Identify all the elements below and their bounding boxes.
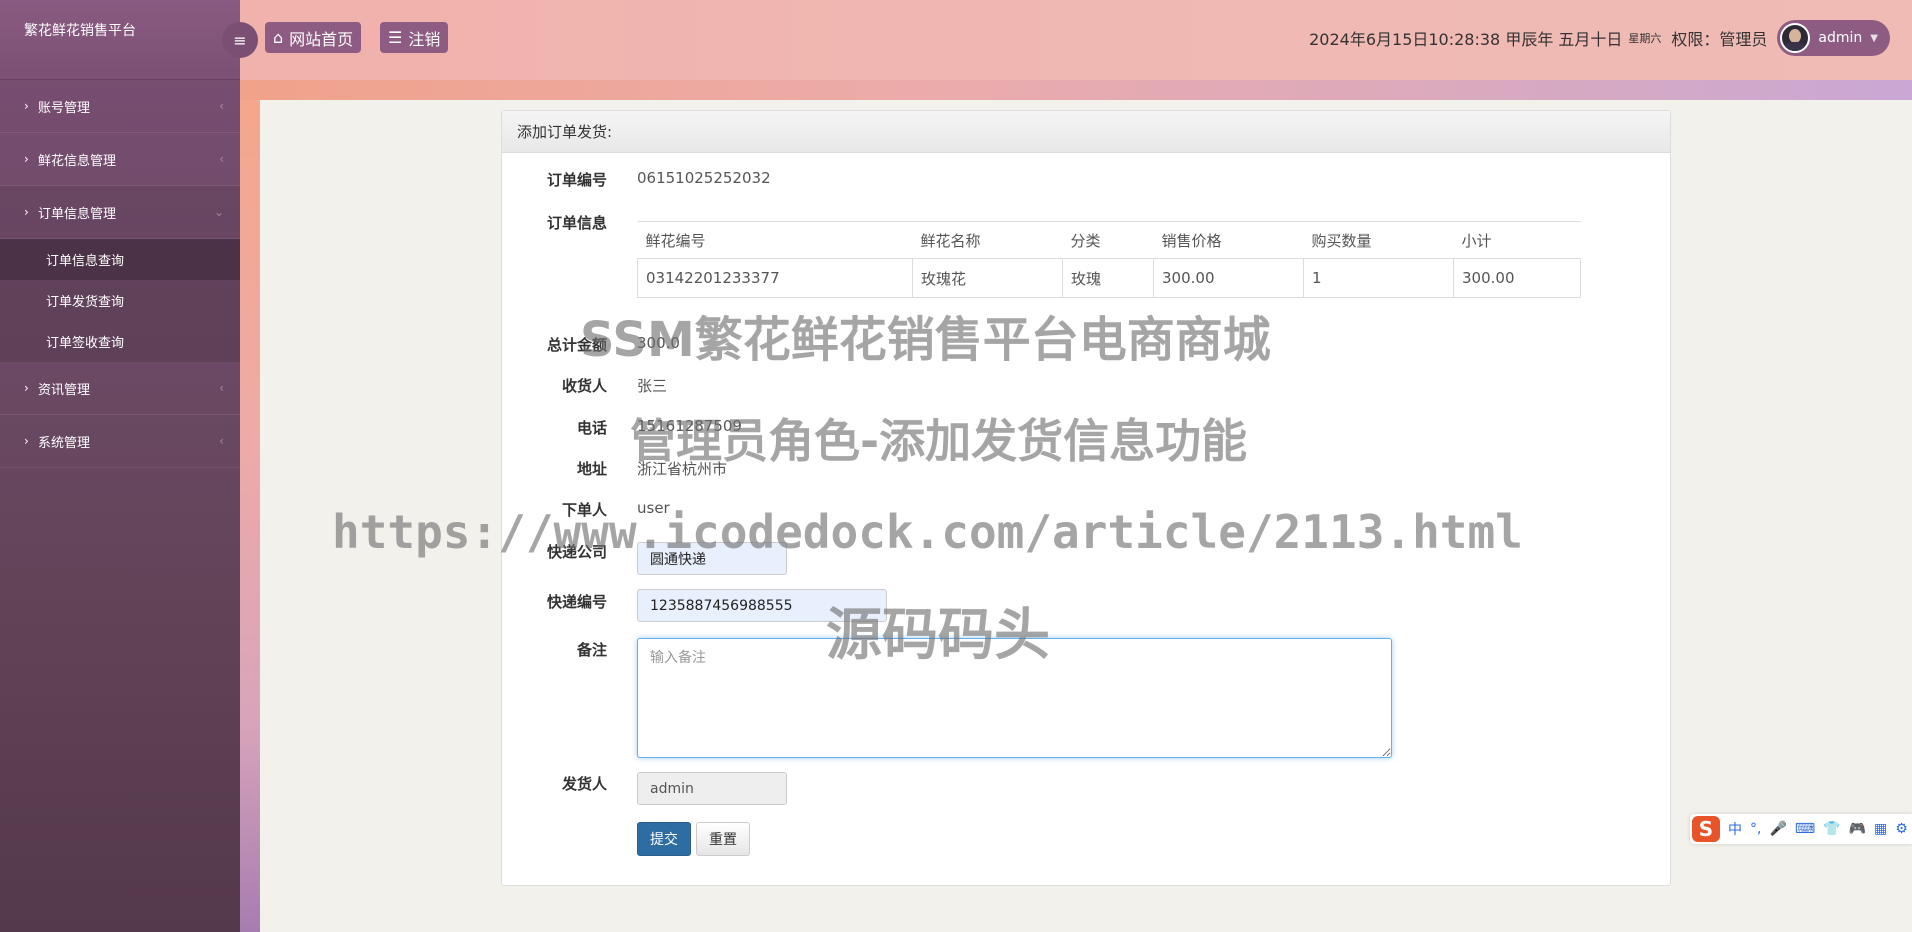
order-no-value: 06151025252032 <box>637 169 771 187</box>
column-header: 鲜花名称 <box>912 221 1063 259</box>
content-gutter <box>240 100 260 932</box>
receiver-value: 张三 <box>637 377 668 395</box>
sidebar-subitem-shipping-query[interactable]: 订单发货查询 <box>0 280 240 321</box>
reset-button[interactable]: 重置 <box>696 822 750 856</box>
avatar <box>1780 23 1811 53</box>
brand-title: 繁花鲜花销售平台 <box>0 0 240 80</box>
header-right: 2024年6月15日10:28:38 甲辰年 五月十日 星期六 权限：管理员 a… <box>1309 20 1890 56</box>
column-header: 购买数量 <box>1303 221 1454 259</box>
shirt-icon[interactable]: 👕 <box>1823 821 1840 837</box>
address-label: 地址 <box>576 460 607 478</box>
sidebar-subitem-receipt-query[interactable]: 订单签收查询 <box>0 321 240 362</box>
add-shipment-panel: 添加订单发货: 订单编号 06151025252032 订单信息 鲜花编号 鲜花… <box>501 110 1671 886</box>
tracking-label: 快递编号 <box>546 593 607 611</box>
ime-punctuation-toggle[interactable]: °, <box>1750 821 1761 837</box>
total-label: 总计金额 <box>546 336 607 354</box>
home-button-label: 网站首页 <box>289 29 354 49</box>
home-icon: ⌂ <box>273 28 284 47</box>
user-menu[interactable]: admin ▼ <box>1777 20 1890 56</box>
role-text: 权限：管理员 <box>1671 30 1768 49</box>
orderer-value: user <box>637 499 670 517</box>
datetime-text: 2024年6月15日10:28:38 甲辰年 五月十日 <box>1309 30 1623 49</box>
panel-title: 添加订单发货: <box>502 111 1670 153</box>
receiver-label: 收货人 <box>561 377 607 395</box>
orders-submenu: 订单信息查询 订单发货查询 订单签收查询 <box>0 239 240 362</box>
chevron-left-icon: ‹ <box>219 381 224 395</box>
sidebar-item-label: 资讯管理 <box>38 382 91 398</box>
shipper-label: 发货人 <box>561 775 607 793</box>
table-cell: 1 <box>1303 258 1454 298</box>
chevron-right-icon: › <box>24 381 29 395</box>
table-row: 03142201233377 玫瑰花 玫瑰 300.00 1 300.00 <box>637 258 1581 298</box>
table-cell: 300.00 <box>1453 258 1581 298</box>
column-header: 分类 <box>1062 221 1154 259</box>
chevron-right-icon: › <box>24 99 29 113</box>
grid-icon[interactable]: ▦ <box>1874 821 1887 837</box>
sidebar-item-accounts[interactable]: › 账号管理 ‹ <box>0 80 240 133</box>
chevron-left-icon: ‹ <box>219 99 224 113</box>
chevron-left-icon: ‹ <box>219 434 224 448</box>
order-info-label: 订单信息 <box>546 214 607 232</box>
chevron-down-icon: ⌄ <box>213 205 224 219</box>
sidebar-item-label: 系统管理 <box>38 435 91 451</box>
column-header: 小计 <box>1453 221 1581 259</box>
username: admin <box>1818 30 1863 46</box>
submit-button[interactable]: 提交 <box>637 822 691 856</box>
sogou-logo-icon[interactable]: S <box>1692 816 1720 842</box>
logout-button[interactable]: ☰ 注销 <box>380 22 449 53</box>
sidebar-item-label: 账号管理 <box>38 100 91 116</box>
sidebar-item-label: 订单信息管理 <box>38 206 117 222</box>
home-button[interactable]: ⌂ 网站首页 <box>265 22 362 53</box>
tracking-input[interactable] <box>637 589 887 622</box>
table-cell: 玫瑰 <box>1062 258 1154 298</box>
list-icon: ☰ <box>388 28 403 47</box>
chevron-right-icon: › <box>24 434 29 448</box>
settings-icon[interactable]: ⚙ <box>1895 821 1908 837</box>
weekday-text: 星期六 <box>1628 32 1662 45</box>
sidebar: 繁花鲜花销售平台 › 账号管理 ‹ › 鲜花信息管理 ‹ › 订单信息管理 ⌄ … <box>0 0 240 932</box>
caret-down-icon: ▼ <box>1870 32 1878 44</box>
sidebar-subitem-order-query[interactable]: 订单信息查询 <box>0 239 240 280</box>
table-header-row: 鲜花编号 鲜花名称 分类 销售价格 购买数量 小计 <box>637 221 1581 259</box>
table-cell: 300.00 <box>1153 258 1304 298</box>
sidebar-item-system[interactable]: › 系统管理 ‹ <box>0 415 240 468</box>
microphone-icon[interactable]: 🎤 <box>1769 821 1786 837</box>
keyboard-icon[interactable]: ⌨ <box>1795 821 1815 837</box>
sidebar-item-news[interactable]: › 资讯管理 ‹ <box>0 362 240 415</box>
orderer-label: 下单人 <box>561 501 607 519</box>
gamepad-icon[interactable]: 🎮 <box>1849 821 1866 837</box>
shipper-input <box>637 772 787 805</box>
ime-toolbar: S 中 °, 🎤 ⌨ 👕 🎮 ▦ ⚙ <box>1690 814 1912 844</box>
phone-label: 电话 <box>576 419 607 437</box>
bars-icon[interactable]: ≡ <box>222 22 258 58</box>
remark-textarea[interactable] <box>637 638 1392 758</box>
logout-button-label: 注销 <box>408 29 441 49</box>
total-value: 300.0 <box>637 334 680 352</box>
chevron-right-icon: › <box>24 205 29 219</box>
sidebar-item-label: 鲜花信息管理 <box>38 153 117 169</box>
sidebar-item-flowers[interactable]: › 鲜花信息管理 ‹ <box>0 133 240 186</box>
chevron-right-icon: › <box>24 152 29 166</box>
table-cell: 03142201233377 <box>637 258 913 298</box>
sidebar-item-orders[interactable]: › 订单信息管理 ⌄ <box>0 186 240 239</box>
top-header: ≡ ⌂ 网站首页 ☰ 注销 2024年6月15日10:28:38 甲辰年 五月十… <box>222 0 1912 80</box>
column-header: 鲜花编号 <box>637 221 913 259</box>
order-no-label: 订单编号 <box>546 171 607 189</box>
order-items-table: 鲜花编号 鲜花名称 分类 销售价格 购买数量 小计 03142201233377… <box>637 221 1581 298</box>
header-gradient-strip <box>240 80 1912 100</box>
column-header: 销售价格 <box>1153 221 1304 259</box>
courier-label: 快递公司 <box>546 543 607 561</box>
phone-value: 15161287509 <box>637 417 742 435</box>
remark-label: 备注 <box>576 641 607 659</box>
courier-input[interactable] <box>637 542 787 575</box>
ime-language-toggle[interactable]: 中 <box>1728 819 1742 839</box>
table-cell: 玫瑰花 <box>912 258 1063 298</box>
address-value: 浙江省杭州市 <box>637 460 728 478</box>
chevron-left-icon: ‹ <box>219 152 224 166</box>
